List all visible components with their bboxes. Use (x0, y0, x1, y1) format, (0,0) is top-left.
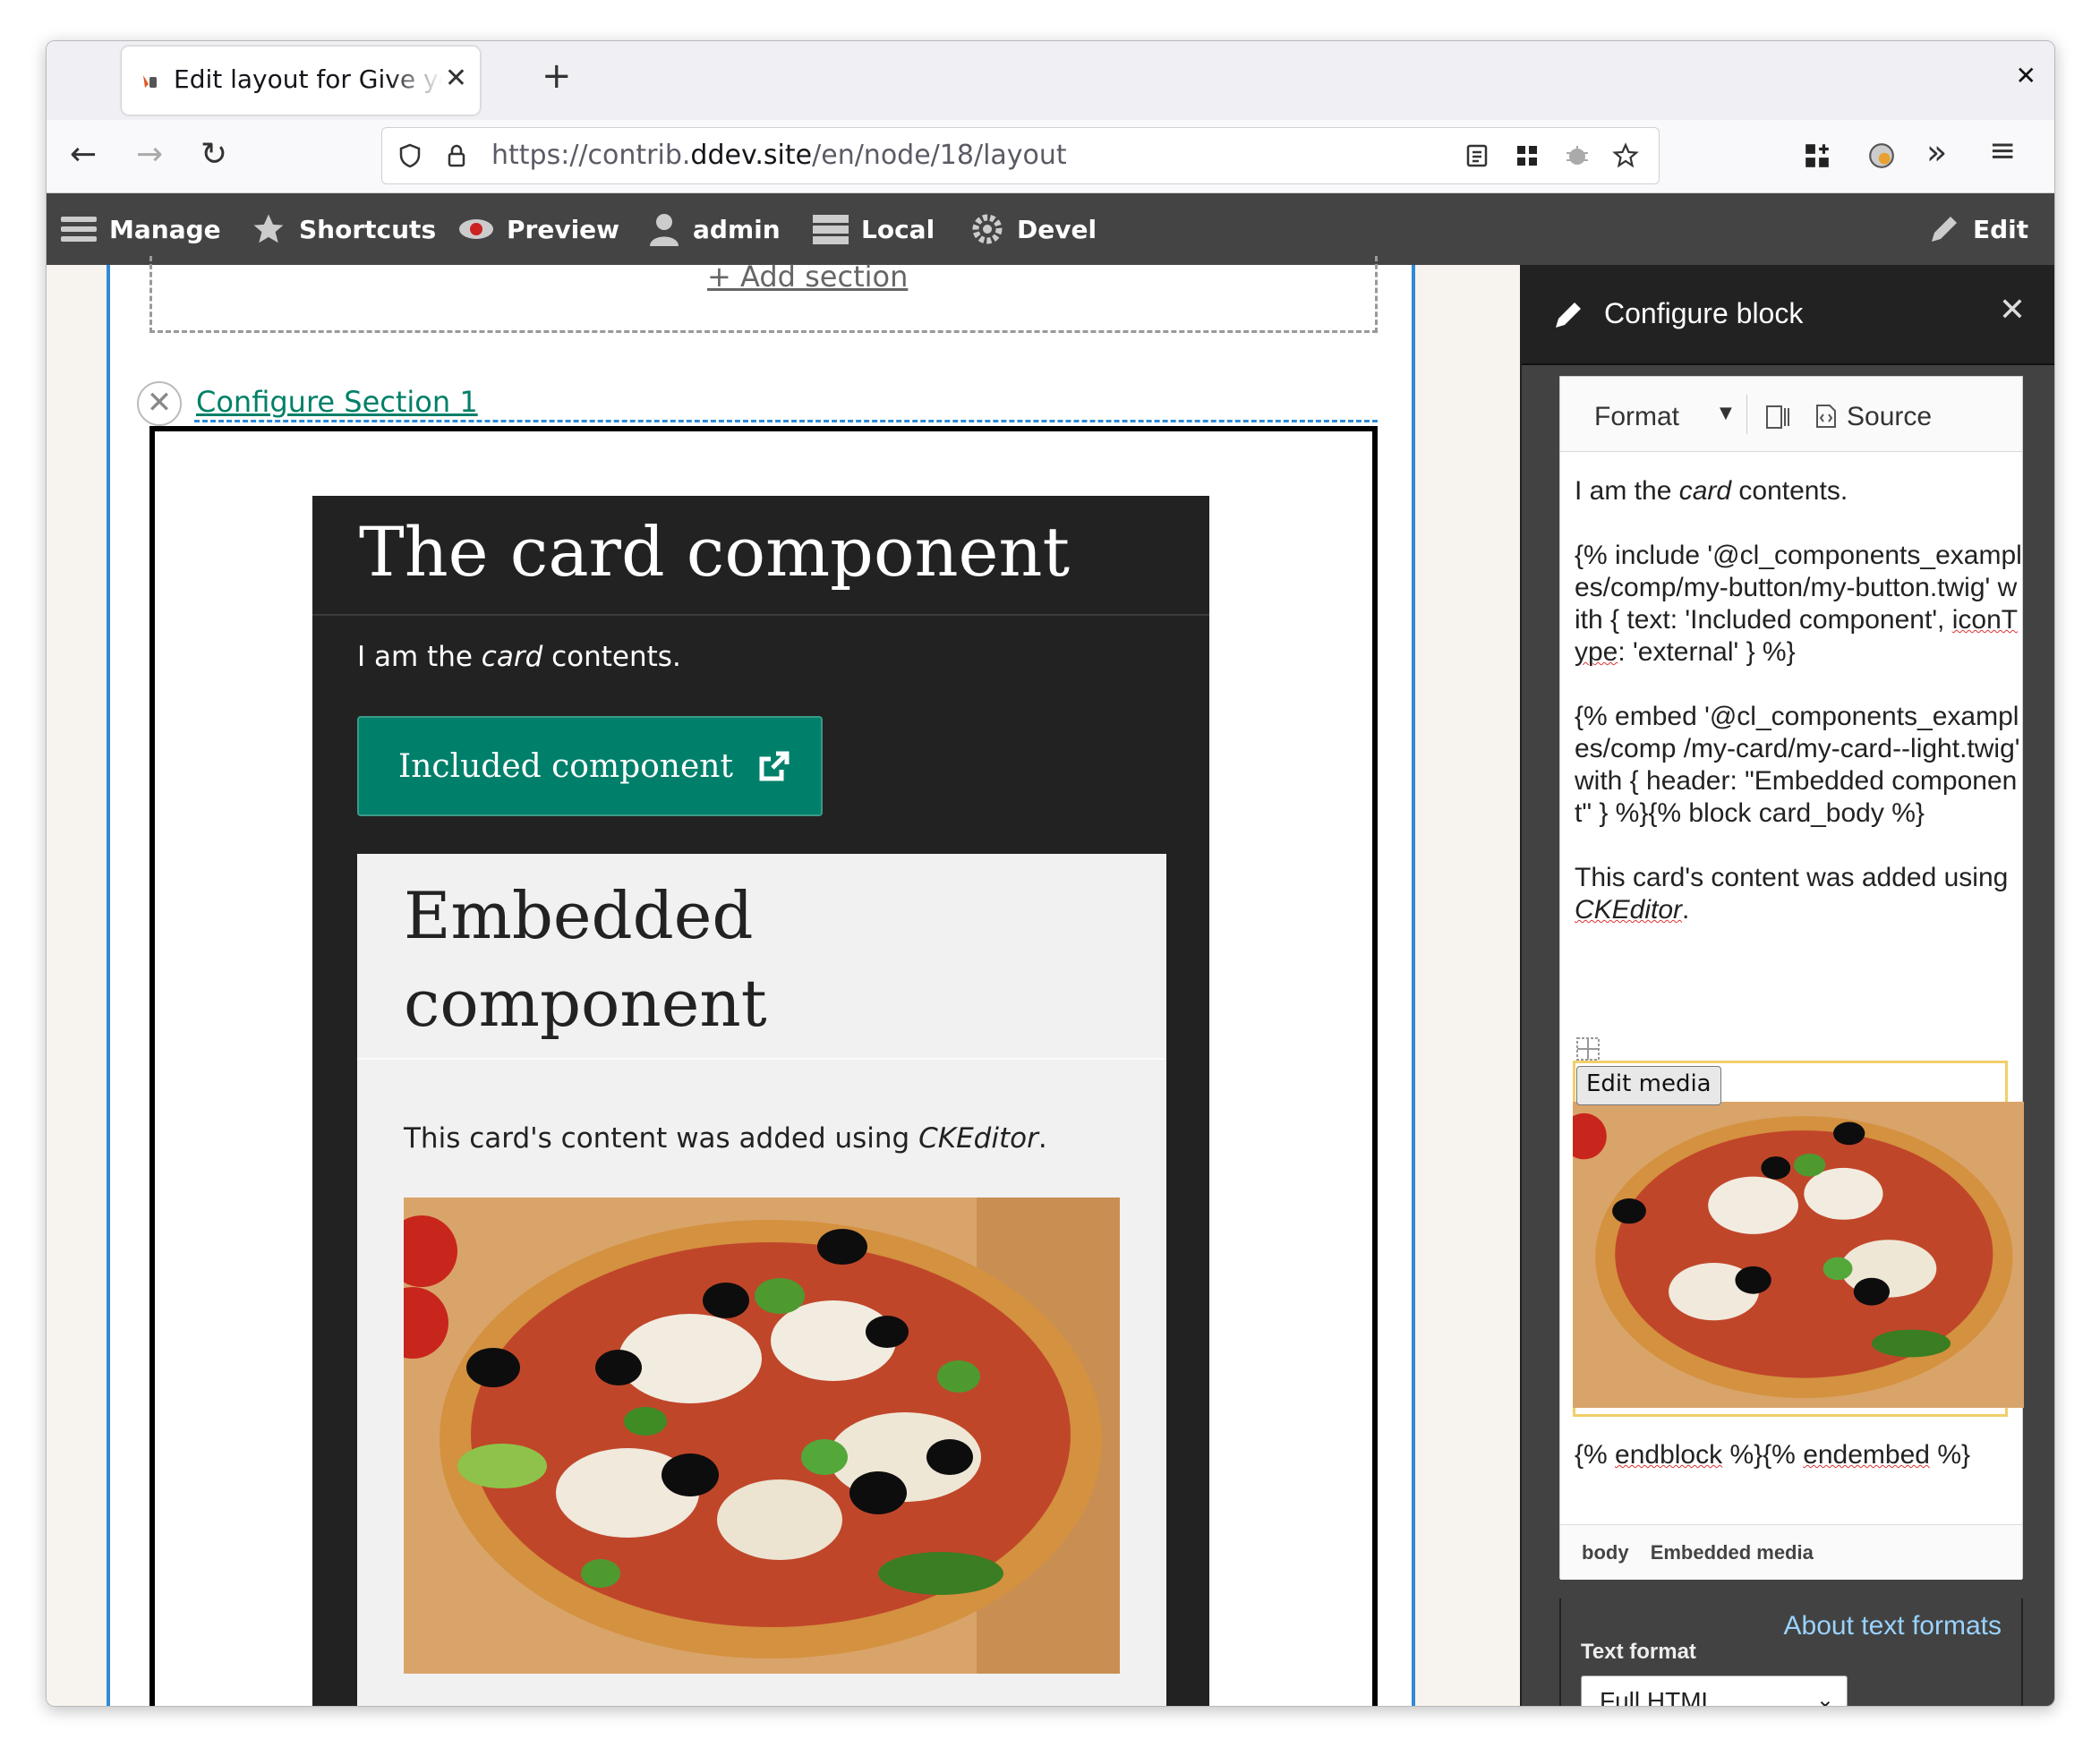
editor-paragraph: {% embed '@cl_components_examples/comp /… (1575, 702, 2020, 828)
hamburger-icon (61, 217, 97, 242)
configure-block-sidebar: Configure block ✕ Format ▼ Source I am t… (1520, 265, 2054, 1707)
remove-section-icon[interactable]: ✕ (137, 381, 182, 426)
pencil-icon (1556, 303, 1581, 328)
format-caret-icon[interactable]: ▼ (1720, 404, 1732, 422)
overflow-chevrons-icon[interactable]: » (1926, 132, 1947, 172)
drag-handle-icon[interactable] (1575, 1036, 1601, 1062)
layout-canvas: + Add section ✕ Configure Section 1 The … (107, 256, 1415, 1706)
editor-content[interactable]: I am the card contents. {% include '@cl_… (1575, 475, 2022, 959)
show-blocks-icon[interactable] (1764, 404, 1791, 430)
embedded-card: Embedded component This card's content w… (357, 854, 1166, 1706)
extensions-grid-icon[interactable] (1514, 142, 1541, 169)
tab-title: Edit layout for Give your o (174, 64, 442, 94)
server-icon (813, 215, 849, 244)
about-text-formats-link[interactable]: About text formats (1784, 1611, 2002, 1641)
browser-window: Edit layout for Give your o ✕ + ✕ ← → ↻ … (46, 40, 2055, 1707)
toolbar-manage[interactable]: Manage (61, 211, 221, 247)
toolbar-user[interactable]: admin (648, 211, 781, 247)
toolbar-separator (1746, 395, 1747, 434)
url-bar[interactable]: https://contrib.ddev.site/en/node/18/lay… (381, 127, 1660, 184)
url-text: https://contrib.ddev.site/en/node/18/lay… (491, 140, 1067, 171)
toolbar-local[interactable]: Local (813, 211, 935, 247)
bookmark-star-icon[interactable] (1612, 142, 1639, 169)
back-icon[interactable]: ← (70, 136, 97, 173)
browser-tab[interactable]: Edit layout for Give your o ✕ (122, 47, 480, 115)
sidebar-close-icon[interactable]: ✕ (1999, 292, 2026, 328)
admin-toolbar: Manage Shortcuts Preview admin Local Dev… (47, 193, 2054, 265)
ckeditor[interactable]: Format ▼ Source I am the card contents. … (1559, 376, 2024, 1580)
new-tab-icon[interactable]: + (542, 55, 572, 97)
layout-region: The card component I am the card content… (149, 426, 1378, 1706)
star-icon (253, 214, 284, 243)
editor-paragraph: I am the card contents. (1575, 476, 1848, 506)
forward-icon[interactable]: → (136, 136, 163, 173)
card-component[interactable]: The card component I am the card content… (312, 496, 1209, 1706)
drupal-favicon-icon (143, 75, 157, 88)
lock-icon[interactable] (443, 142, 470, 169)
chevron-down-icon: ⌄ (1815, 1688, 1834, 1707)
pizza-image (404, 1198, 1120, 1674)
hamburger-menu-icon[interactable]: ≡ (1989, 132, 2016, 169)
apps-icon[interactable] (1803, 141, 1831, 170)
toolbar-preview[interactable]: Preview (458, 211, 619, 247)
source-icon[interactable] (1814, 404, 1838, 429)
pencil-icon (1932, 217, 1957, 242)
shield-icon[interactable] (397, 142, 423, 169)
embedded-card-divider (357, 1058, 1166, 1060)
included-component-button[interactable]: Included component (357, 716, 823, 816)
path-item-body[interactable]: body (1582, 1541, 1629, 1564)
bug-icon[interactable] (1564, 142, 1591, 169)
gear-icon (972, 214, 1003, 244)
toolbar-shortcuts[interactable]: Shortcuts (251, 211, 436, 247)
tab-close-icon[interactable]: ✕ (445, 63, 467, 94)
card-divider (312, 614, 1209, 616)
card-title: The card component (359, 512, 1070, 592)
profile-icon[interactable] (1867, 141, 1896, 170)
element-path-bar: body Embedded media (1560, 1524, 2022, 1580)
layout-builder-content: + Add section ✕ Configure Section 1 The … (47, 256, 1520, 1706)
format-dropdown[interactable]: Format (1594, 402, 1679, 432)
editor-paragraph: This card's content was added using CKEd… (1575, 863, 2009, 925)
editor-paragraph: {% endblock %}{% endembed %} (1575, 1440, 1971, 1470)
sidebar-title: Configure block (1604, 297, 1804, 329)
embedded-card-text: This card's content was added using CKEd… (404, 1122, 1047, 1155)
toolbar-devel[interactable]: Devel (970, 211, 1097, 247)
tab-strip: Edit layout for Give your o ✕ + ✕ (47, 41, 2054, 120)
sidebar-header: Configure block ✕ (1522, 265, 2054, 365)
text-format-select[interactable]: Full HTML ⌄ (1581, 1675, 1848, 1707)
add-section-link[interactable]: + Add section (707, 260, 908, 294)
configure-section-link[interactable]: Configure Section 1 (196, 385, 478, 419)
reload-icon[interactable]: ↻ (201, 136, 227, 173)
toolbar-edit[interactable]: Edit (1928, 211, 2028, 247)
source-button[interactable]: Source (1847, 402, 1932, 432)
edit-media-button[interactable]: Edit media (1576, 1066, 1721, 1105)
path-item-embedded-media[interactable]: Embedded media (1651, 1541, 1814, 1564)
card-text: I am the card contents. (357, 641, 681, 673)
text-format-wrapper: About text formats Text format Full HTML… (1559, 1598, 2023, 1707)
section-outline (194, 420, 1378, 422)
editor-paragraph: {% include '@cl_components_examples/comp… (1575, 541, 2022, 667)
ckeditor-toolbar: Format ▼ Source (1560, 377, 2022, 452)
pizza-image (1573, 1102, 2024, 1408)
reader-view-icon[interactable] (1464, 142, 1490, 169)
window-close-icon[interactable]: ✕ (2016, 61, 2036, 90)
text-format-label: Text format (1581, 1640, 1696, 1664)
eye-icon (459, 219, 493, 239)
navigation-bar: ← → ↻ https://contrib.ddev.site/en/node/… (47, 120, 2054, 193)
add-section-region: + Add section (149, 256, 1378, 333)
embedded-card-title: Embedded component (404, 878, 767, 1041)
external-link-icon (759, 751, 790, 781)
user-icon (650, 214, 679, 246)
